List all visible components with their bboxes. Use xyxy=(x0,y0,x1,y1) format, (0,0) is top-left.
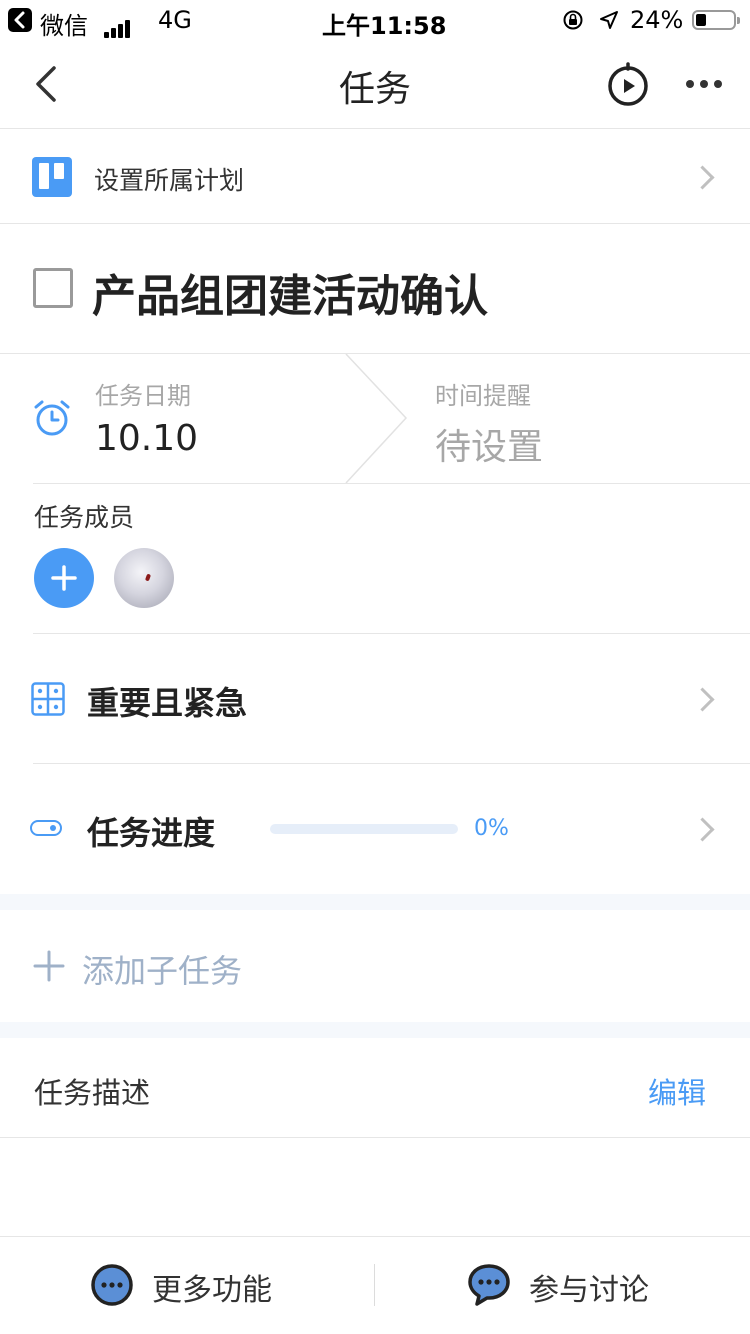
rotation-lock-icon xyxy=(562,9,584,37)
back-to-app-icon[interactable] xyxy=(8,8,32,32)
chevron-right-icon xyxy=(690,165,715,190)
priority-label: 重要且紧急 xyxy=(87,684,248,722)
section-gap xyxy=(0,1022,750,1038)
chevron-right-icon xyxy=(690,817,715,842)
clock: 上午11:58 xyxy=(322,12,447,40)
description-label: 任务描述 xyxy=(34,1076,151,1110)
date-value: 10.10 xyxy=(95,418,199,459)
progress-row[interactable]: 任务进度 0% xyxy=(0,764,750,892)
progress-toggle-icon xyxy=(30,820,62,836)
date-label: 任务日期 xyxy=(95,382,191,410)
progress-label: 任务进度 xyxy=(87,814,216,852)
progress-value: 0% xyxy=(474,816,509,841)
quadrant-icon xyxy=(31,682,65,720)
add-member-button[interactable] xyxy=(34,548,94,608)
more-menu-button[interactable] xyxy=(684,76,724,90)
location-icon xyxy=(598,9,620,37)
edit-description-button[interactable]: 编辑 xyxy=(648,1070,706,1112)
member-avatar[interactable] xyxy=(114,548,174,608)
signal-icon xyxy=(104,10,132,38)
more-dots-icon xyxy=(686,80,722,88)
discussion-button[interactable]: 参与讨论 xyxy=(375,1237,750,1334)
description-content[interactable] xyxy=(0,1138,750,1234)
task-date-cell[interactable]: 任务日期 10.10 xyxy=(0,354,390,483)
plus-icon xyxy=(51,565,77,591)
add-subtask-row[interactable]: 添加子任务 xyxy=(0,910,750,1022)
task-title[interactable]: 产品组团建活动确认 xyxy=(92,260,488,324)
discussion-label: 参与讨论 xyxy=(529,1273,649,1308)
more-functions-button[interactable]: 更多功能 xyxy=(0,1237,374,1334)
plan-label: 设置所属计划 xyxy=(94,166,245,195)
reminder-value: 待设置 xyxy=(435,427,544,468)
reminder-cell[interactable]: 时间提醒 待设置 xyxy=(410,354,750,483)
alarm-clock-icon xyxy=(32,398,72,442)
arrow-separator xyxy=(344,353,408,487)
chat-bubble-icon xyxy=(465,1261,513,1313)
plan-divider xyxy=(0,223,750,224)
date-divider xyxy=(33,483,750,484)
priority-row[interactable]: 重要且紧急 xyxy=(0,634,750,763)
battery-icon xyxy=(692,10,740,30)
plus-icon xyxy=(33,950,65,986)
section-gap xyxy=(0,894,750,910)
timer-play-icon xyxy=(608,62,648,106)
timer-button[interactable] xyxy=(606,62,650,110)
more-functions-icon xyxy=(90,1263,134,1311)
status-bar: 微信 4G 上午11:58 24% xyxy=(0,0,750,40)
task-complete-checkbox[interactable] xyxy=(33,268,73,308)
add-subtask-label: 添加子任务 xyxy=(82,952,243,990)
progress-bar xyxy=(270,824,458,834)
network-label: 4G xyxy=(158,6,192,34)
back-app-label[interactable]: 微信 xyxy=(40,6,88,41)
plan-row[interactable]: 设置所属计划 xyxy=(0,129,750,223)
board-icon xyxy=(32,157,72,197)
more-functions-label: 更多功能 xyxy=(152,1273,272,1308)
chevron-right-icon xyxy=(690,687,715,712)
battery-percent: 24% xyxy=(630,6,684,34)
members-label: 任务成员 xyxy=(34,503,135,532)
reminder-label: 时间提醒 xyxy=(435,382,531,410)
